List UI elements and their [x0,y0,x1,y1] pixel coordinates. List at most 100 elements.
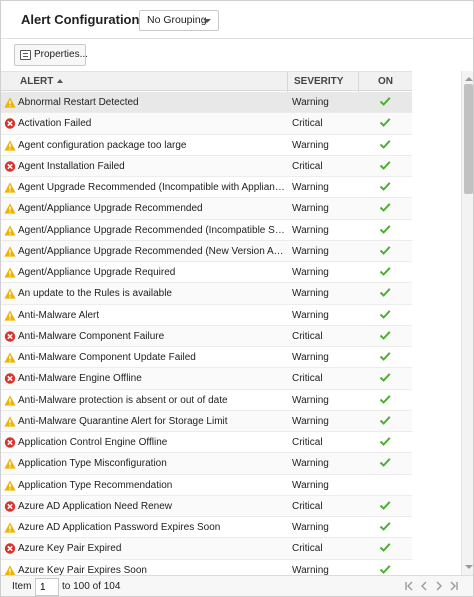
check-icon [379,352,391,361]
warning-icon [4,267,16,278]
check-icon [379,97,391,106]
column-header-on[interactable]: ON [359,72,412,92]
alert-severity: Warning [292,564,329,576]
table-row[interactable]: Agent Installation Failed Critical [1,155,412,177]
alert-name: Anti-Malware Component Failure [18,330,165,342]
check-icon [379,543,391,553]
warning-icon [4,479,16,491]
table-row[interactable]: Agent configuration package too large War… [1,135,412,156]
warning-icon [4,458,16,469]
next-page-icon[interactable] [433,580,445,592]
table-row[interactable]: Agent Upgrade Recommended (Incompatible … [1,177,412,199]
table-row[interactable]: Azure Key Pair Expired Critical [1,538,412,560]
table-row[interactable]: Agent/Appliance Upgrade Recommended Warni… [1,198,412,220]
alert-name: Abnormal Restart Detected [18,97,139,108]
check-icon [379,203,391,213]
table-row[interactable]: Activation Failed Critical [1,113,412,135]
table-row[interactable]: Azure AD Application Need Renew Critical [1,495,412,517]
critical-icon [4,437,16,448]
warning-icon [4,416,16,427]
item-number-input[interactable] [35,578,59,596]
check-icon [379,330,391,340]
warning-icon [4,224,16,236]
alert-severity: Warning [292,415,329,427]
table-row[interactable]: Anti-Malware protection is absent or out… [1,390,412,411]
alert-severity: Critical [292,118,323,130]
alert-name: Agent/Appliance Upgrade Recommended [18,203,203,215]
critical-icon [4,331,16,342]
column-header-severity-label: SEVERITY [294,76,344,87]
check-icon [379,458,391,468]
check-icon [379,118,391,128]
check-icon [379,500,391,510]
column-header-severity[interactable]: SEVERITY [288,72,359,92]
table-row[interactable]: Application Control Engine Offline Critic… [1,432,412,454]
check-icon [379,373,391,383]
alert-name: Agent/Appliance Upgrade Required [18,267,176,278]
previous-page-icon[interactable] [418,580,430,592]
check-icon [379,394,391,404]
alert-name: Agent Installation Failed [18,160,125,172]
alert-severity: Warning [292,479,329,491]
table-row[interactable]: Anti-Malware Engine Offline Critical [1,368,412,390]
vertical-scrollbar[interactable] [461,71,473,575]
warning-icon [4,288,16,299]
alert-severity: Warning [292,267,329,278]
sort-ascending-icon [57,79,64,83]
table-row[interactable]: Anti-Malware Quarantine Alert for Storag… [1,410,412,432]
check-icon [379,139,391,149]
first-page-icon[interactable] [403,580,415,592]
alert-severity: Warning [292,352,329,363]
scrollbar-thumb[interactable] [464,84,473,194]
properties-icon [20,50,31,60]
last-page-icon[interactable] [448,580,460,592]
alert-name: Anti-Malware Engine Offline [18,373,142,385]
toolbar: Properties... [1,39,473,71]
check-icon [379,415,391,425]
warning-icon [4,97,16,108]
table-row[interactable]: Anti-Malware Component Failure Critical [1,325,412,347]
table-row[interactable]: Abnormal Restart Detected Warning [1,92,412,114]
table-row[interactable]: Agent/Appliance Upgrade Required Warning [1,262,412,284]
alerts-table: ALERT SEVERITY ON Abnormal Restart Detec… [1,71,461,575]
check-icon [379,160,391,170]
table-row[interactable]: Application Type Misconfiguration Warning [1,453,412,475]
scroll-up-icon[interactable] [465,77,473,81]
alert-severity: Warning [292,139,329,151]
item-range-text: to 100 of 104 [62,581,121,592]
alert-severity: Warning [292,522,329,533]
table-row[interactable]: Application Type Recommendation Warning [1,475,412,496]
table-header: ALERT SEVERITY ON [1,71,412,92]
alert-name: Application Type Misconfiguration [18,458,167,470]
table-row[interactable]: Anti-Malware Component Update Failed Warn… [1,347,412,369]
warning-icon [4,309,16,321]
alert-name: Anti-Malware protection is absent or out… [18,394,228,406]
alert-severity: Warning [292,288,329,300]
grouping-dropdown[interactable]: No Grouping [139,10,219,31]
alert-name: Azure AD Application Password Expires So… [18,522,221,533]
check-icon [379,245,391,255]
alert-name: Azure Key Pair Expires Soon [18,564,147,576]
check-icon [379,309,391,319]
page-header: Alert Configuration No Grouping [1,1,473,39]
check-icon [379,522,391,531]
column-header-alert-label: ALERT [20,76,54,87]
properties-button[interactable]: Properties... [14,44,88,66]
check-icon [379,224,391,234]
critical-icon [4,161,16,172]
table-row[interactable]: Agent/Appliance Upgrade Recommended (Inc… [1,220,412,241]
chevron-down-icon [203,19,211,23]
table-row[interactable]: Azure AD Application Password Expires So… [1,517,412,539]
table-row[interactable]: An update to the Rules is available Warni… [1,283,412,305]
table-row[interactable]: Azure Key Pair Expires Soon Warning [1,560,412,576]
column-header-alert[interactable]: ALERT [1,72,288,92]
scroll-down-icon[interactable] [465,565,473,569]
critical-icon [4,501,16,512]
alert-severity: Critical [292,160,323,172]
grouping-value: No Grouping [147,14,207,26]
properties-label: Properties... [34,49,88,60]
alert-severity: Warning [292,203,329,215]
table-row[interactable]: Anti-Malware Alert Warning [1,305,412,326]
table-row[interactable]: Agent/Appliance Upgrade Recommended (New… [1,240,412,262]
check-icon [379,182,391,191]
